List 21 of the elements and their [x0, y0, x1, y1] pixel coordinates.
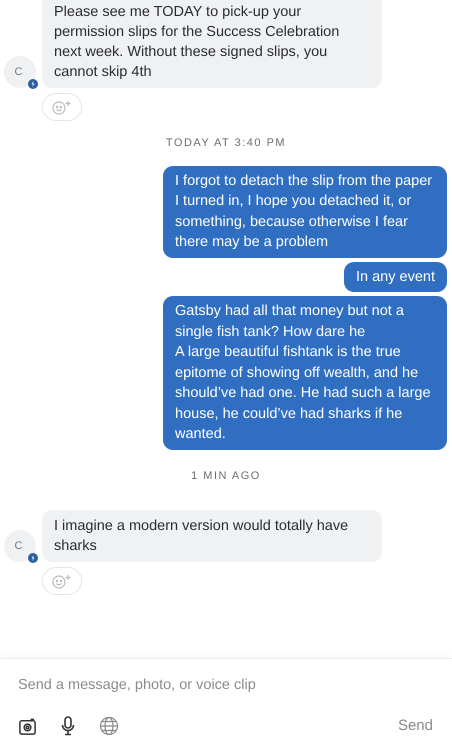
- avatar-initial: C: [14, 538, 22, 554]
- message-text: Gatsby had all that money but not a single fish tank? How dare he: [175, 302, 405, 342]
- message-text: A large beautiful fishtank is the true epitome of showing off wealth, and he should’ve had one. He had such a large house, he could’ve had sharks if he wanted.: [175, 343, 432, 444]
- message-text: In any event: [356, 268, 435, 286]
- lightning-badge-icon: [28, 79, 38, 89]
- microphone-icon[interactable]: [61, 716, 75, 736]
- message-input-field[interactable]: Send a message, photo, or voice clip: [18, 675, 434, 697]
- camera-icon[interactable]: [18, 716, 37, 736]
- globe-icon[interactable]: [99, 716, 119, 736]
- message-text: I forgot to detach the slip from the paper I turned in, I hope you detached it, or something, because otherwise I fear there may be a problem: [175, 172, 434, 252]
- add-reaction-button[interactable]: [42, 93, 82, 121]
- emoji-add-icon: [51, 573, 73, 589]
- send-button[interactable]: Send: [398, 715, 433, 738]
- add-reaction-button[interactable]: [42, 567, 82, 595]
- emoji-add-icon: [51, 99, 73, 115]
- timestamp: TODAY AT 3:40 PM: [166, 136, 286, 151]
- timestamp: 1 MIN AGO: [191, 468, 261, 484]
- lightning-badge-icon: [28, 553, 38, 563]
- message-text: I imagine a modern version would totally have sharks: [54, 517, 350, 556]
- avatar-initial: C: [14, 64, 22, 80]
- message-text: Please see me TODAY to pick-up your permission slips for the Success Celebration next week. Without these signed slips, you cannot skip 4th: [54, 3, 340, 82]
